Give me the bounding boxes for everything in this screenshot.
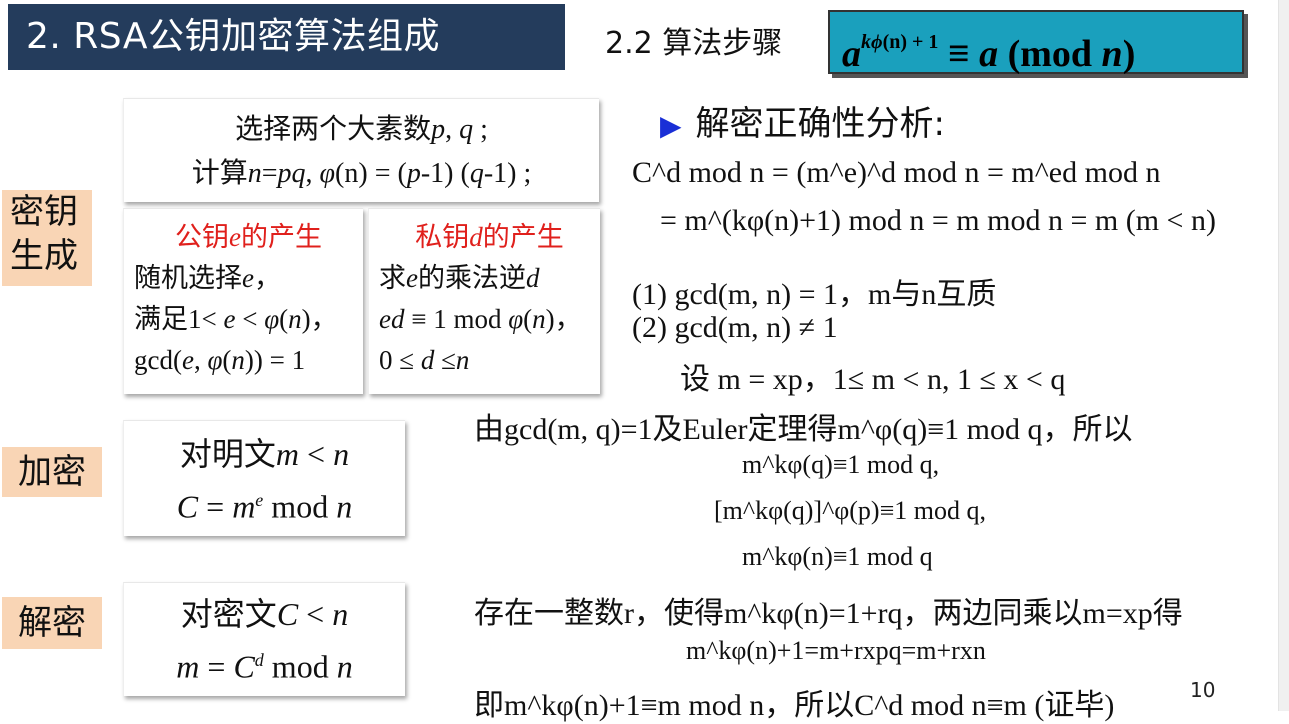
proof-exist: 存在一整数r，使得m^kφ(n)=1+rq，两边同乘以m=xp得 (474, 597, 1183, 630)
proof-case-1: (1) gcd(m, n) = 1，m与n互质 (632, 278, 997, 311)
proof-case-2: (2) gcd(m, n) ≠ 1 (632, 311, 838, 344)
public-key-line1: 随机选择e， (134, 263, 281, 294)
keygen-card: 选择两个大素数p, q ; 计算n=pq, φ(n) = (p-1) (q-1)… (123, 98, 599, 202)
key-formula-box: akϕ(n) + 1 ≡ a (mod n) (828, 10, 1244, 75)
public-key-line3: gcd(e, φ(n)) = 1 (134, 345, 306, 375)
proof-eq-1: m^kφ(q)≡1 mod q, (742, 450, 940, 479)
private-key-card: 私钥d的产生 求e的乘法逆d ed ≡ 1 mod φ(n)， 0 ≤ d ≤n (368, 208, 600, 394)
proof-euler: 由gcd(m, q)=1及Euler定理得m^φ(q)≡1 mod q，所以 (474, 413, 1133, 446)
private-key-line1: 求e的乘法逆d (379, 263, 540, 294)
label-encrypt: 加密 (2, 447, 102, 497)
label-decrypt: 解密 (2, 597, 102, 649)
formula-exponent: kϕ(n) + 1 (861, 31, 939, 53)
formula-rhs-a: a (979, 33, 999, 75)
private-key-line2: ed ≡ 1 mod φ(n)， (379, 304, 582, 335)
public-key-title: 公钥e的产生 (175, 222, 322, 253)
public-key-line2: 满足1< e < φ(n)， (134, 304, 338, 335)
proof-heading: ▶ 解密正确性分析: (660, 104, 946, 144)
formula-base: a (842, 33, 861, 75)
vertical-scrollbar[interactable] (1278, 0, 1289, 711)
formula-equiv: ≡ (938, 33, 980, 75)
decrypt-line2: m = Cd mod n (176, 648, 353, 685)
decrypt-line1: 对密文C < n (180, 595, 349, 633)
slide-title: 2. RSA公钥加密算法组成 (8, 4, 565, 70)
proof-eq-3: m^kφ(n)≡1 mod q (742, 542, 933, 571)
encrypt-line2: C = me mod n (176, 488, 353, 525)
triangle-right-icon: ▶ (660, 109, 682, 142)
encrypt-line1: 对明文m < n (179, 435, 350, 473)
page-number: 10 (1190, 678, 1216, 702)
private-key-line3: 0 ≤ d ≤n (379, 345, 470, 375)
keygen-line2: 计算n=pq, φ(n) = (p-1) (q-1) ; (191, 156, 532, 189)
label-key-generation: 密钥 生成 (2, 190, 92, 286)
public-key-card: 公钥e的产生 随机选择e， 满足1< e < φ(n)， gcd(e, φ(n)… (123, 208, 363, 394)
private-key-title: 私钥d的产生 (415, 222, 564, 253)
proof-set-m: 设 m = xp，1≤ m < n, 1 ≤ x < q (680, 363, 1066, 396)
proof-eq-2: [m^kφ(q)]^φ(p)≡1 mod q, (714, 496, 986, 525)
label-key-generation-line2: 生成 (10, 236, 78, 276)
proof-row-1: C^d mod n = (m^e)^d mod n = m^ed mod n (632, 156, 1161, 189)
keygen-line1: 选择两个大素数p, q ; (235, 112, 488, 145)
proof-final: 即m^kφ(n)+1≡m mod n，所以C^d mod n≡m (证毕) (474, 689, 1115, 722)
encrypt-card: 对明文m < n C = me mod n (123, 420, 405, 536)
proof-eq-4: m^kφ(n)+1=m+rxpq=m+rxn (686, 636, 986, 665)
label-key-generation-line1: 密钥 (10, 192, 78, 232)
section-subtitle: 2.2 算法步骤 (605, 26, 783, 61)
decrypt-card: 对密文C < n m = Cd mod n (123, 582, 405, 696)
proof-row-2: = m^(kφ(n)+1) mod n = m mod n = m (m < n… (660, 204, 1216, 237)
